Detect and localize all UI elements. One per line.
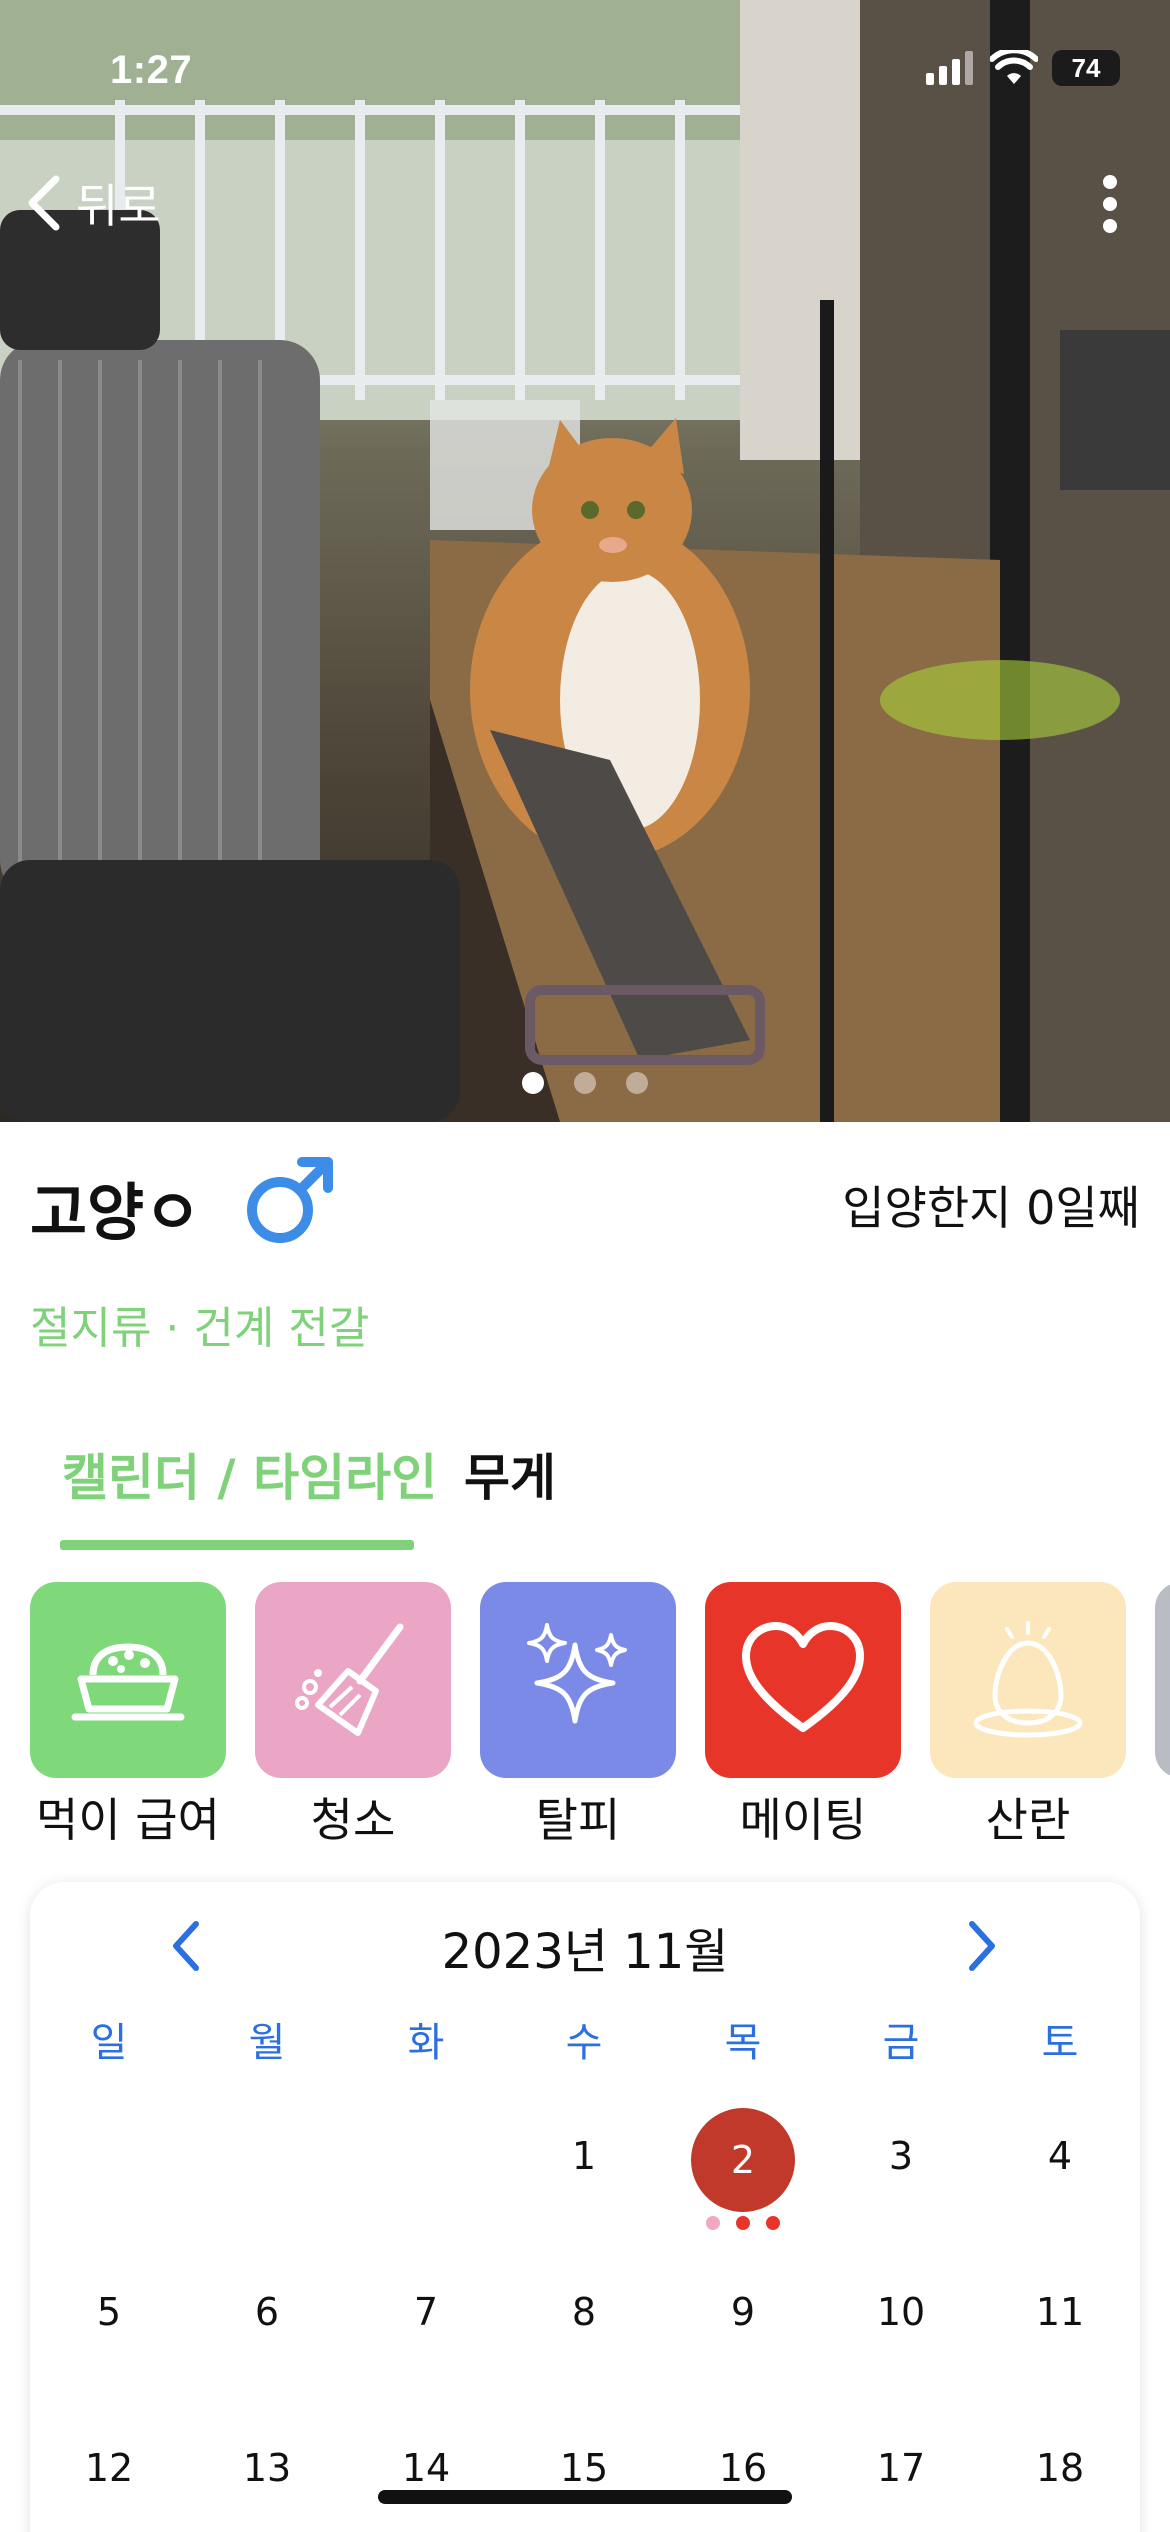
weekday-label: 토 bbox=[1041, 2020, 1079, 2066]
event-dot bbox=[736, 2216, 750, 2230]
pet-photo-carousel[interactable]: 1:27 74 뒤로 bbox=[0, 0, 1170, 1122]
calendar-day[interactable]: 16 bbox=[688, 2446, 798, 2490]
calendar-day[interactable]: 17 bbox=[846, 2446, 956, 2490]
quick-actions: 먹이 급여 청소 탈피 메이팅 산란 bbox=[30, 1582, 1170, 1842]
weekday-label: 일 bbox=[90, 2020, 128, 2066]
action-label: 청소 bbox=[310, 1793, 396, 1842]
adoption-days: 입양한지 0일째 bbox=[842, 1181, 1140, 1235]
calendar-day[interactable]: 13 bbox=[212, 2446, 322, 2490]
action-feeding[interactable]: 먹이 급여 bbox=[30, 1582, 226, 1842]
weekday-label: 화 bbox=[407, 2020, 445, 2066]
calendar-day[interactable]: 12 bbox=[54, 2446, 164, 2490]
home-indicator bbox=[378, 2490, 792, 2504]
food-bowl-icon bbox=[71, 1643, 185, 1721]
weekday-label: 금 bbox=[882, 2020, 920, 2066]
broom-icon bbox=[295, 1623, 404, 1736]
action-tile[interactable] bbox=[930, 1582, 1126, 1778]
next-month-icon[interactable] bbox=[960, 1916, 1004, 1976]
signal-icon bbox=[926, 51, 973, 85]
battery-indicator: 74 bbox=[1052, 50, 1120, 86]
calendar-day[interactable]: 1 bbox=[529, 2134, 639, 2178]
weekday-label: 수 bbox=[565, 2020, 603, 2066]
action-molting[interactable]: 탈피 bbox=[480, 1582, 676, 1842]
action-label: 산란 bbox=[985, 1793, 1071, 1842]
event-dot bbox=[766, 2216, 780, 2230]
calendar-day[interactable]: 14 bbox=[371, 2446, 481, 2490]
pager-dot[interactable] bbox=[522, 1072, 544, 1094]
calendar-day[interactable]: 11 bbox=[1005, 2290, 1115, 2334]
action-egg-laying[interactable]: 산란 bbox=[930, 1582, 1126, 1842]
pet-photo bbox=[0, 0, 1170, 1122]
calendar-day[interactable]: 18 bbox=[1005, 2446, 1115, 2490]
action-label: 먹이 급여 bbox=[36, 1793, 220, 1842]
pet-name: 고양ㅇ bbox=[30, 1176, 202, 1249]
photo-pager[interactable] bbox=[0, 1072, 1170, 1094]
wifi-icon bbox=[990, 50, 1038, 84]
pager-dot[interactable] bbox=[574, 1072, 596, 1094]
active-tab-indicator bbox=[60, 1540, 414, 1550]
tab-weight[interactable]: 무게 bbox=[464, 1438, 556, 1510]
weekday-label: 월 bbox=[248, 2020, 286, 2066]
pager-dot[interactable] bbox=[626, 1072, 648, 1094]
egg-icon bbox=[973, 1621, 1083, 1738]
male-gender-icon bbox=[247, 1157, 333, 1243]
action-cleaning[interactable]: 청소 bbox=[255, 1582, 451, 1842]
calendar-card: 2023년 11월 일 월 화 수 목 금 토 1 2 3 4 5 6 7 8 … bbox=[30, 1882, 1140, 2532]
action-tile[interactable] bbox=[705, 1582, 901, 1778]
calendar-day[interactable]: 6 bbox=[212, 2290, 322, 2334]
sparkle-icon bbox=[527, 1623, 627, 1724]
chevron-left-icon bbox=[28, 175, 60, 231]
more-options-icon[interactable] bbox=[1090, 172, 1130, 236]
action-label: 메이팅 bbox=[739, 1793, 867, 1842]
calendar-day[interactable]: 15 bbox=[529, 2446, 639, 2490]
action-tile[interactable] bbox=[1155, 1582, 1170, 1778]
calendar-day[interactable]: 3 bbox=[846, 2134, 956, 2178]
event-dot bbox=[706, 2216, 720, 2230]
back-label: 뒤로 bbox=[76, 179, 161, 233]
tab-calendar-timeline[interactable]: 캘린더 / 타임라인 bbox=[62, 1438, 437, 1510]
heart-icon bbox=[742, 1622, 864, 1732]
calendar-day[interactable]: 5 bbox=[54, 2290, 164, 2334]
weekday-label: 목 bbox=[724, 2020, 762, 2066]
pet-species: 절지류 · 건계 전갈 bbox=[30, 1303, 370, 1354]
calendar-day-selected[interactable]: 2 bbox=[691, 2108, 795, 2212]
action-mating[interactable]: 메이팅 bbox=[705, 1582, 901, 1842]
action-more[interactable] bbox=[1155, 1582, 1170, 1778]
status-icons: 74 bbox=[926, 50, 1120, 86]
calendar-day[interactable]: 10 bbox=[846, 2290, 956, 2334]
back-button[interactable]: 뒤로 bbox=[22, 170, 161, 236]
calendar-day[interactable]: 7 bbox=[371, 2290, 481, 2334]
action-tile[interactable] bbox=[255, 1582, 451, 1778]
calendar-day[interactable]: 8 bbox=[529, 2290, 639, 2334]
calendar-day[interactable]: 9 bbox=[688, 2290, 798, 2334]
action-label: 탈피 bbox=[535, 1793, 621, 1842]
action-tile[interactable] bbox=[480, 1582, 676, 1778]
action-tile[interactable] bbox=[30, 1582, 226, 1778]
calendar-day[interactable]: 4 bbox=[1005, 2134, 1115, 2178]
status-time: 1:27 bbox=[110, 48, 193, 92]
previous-month-icon[interactable] bbox=[164, 1916, 208, 1976]
